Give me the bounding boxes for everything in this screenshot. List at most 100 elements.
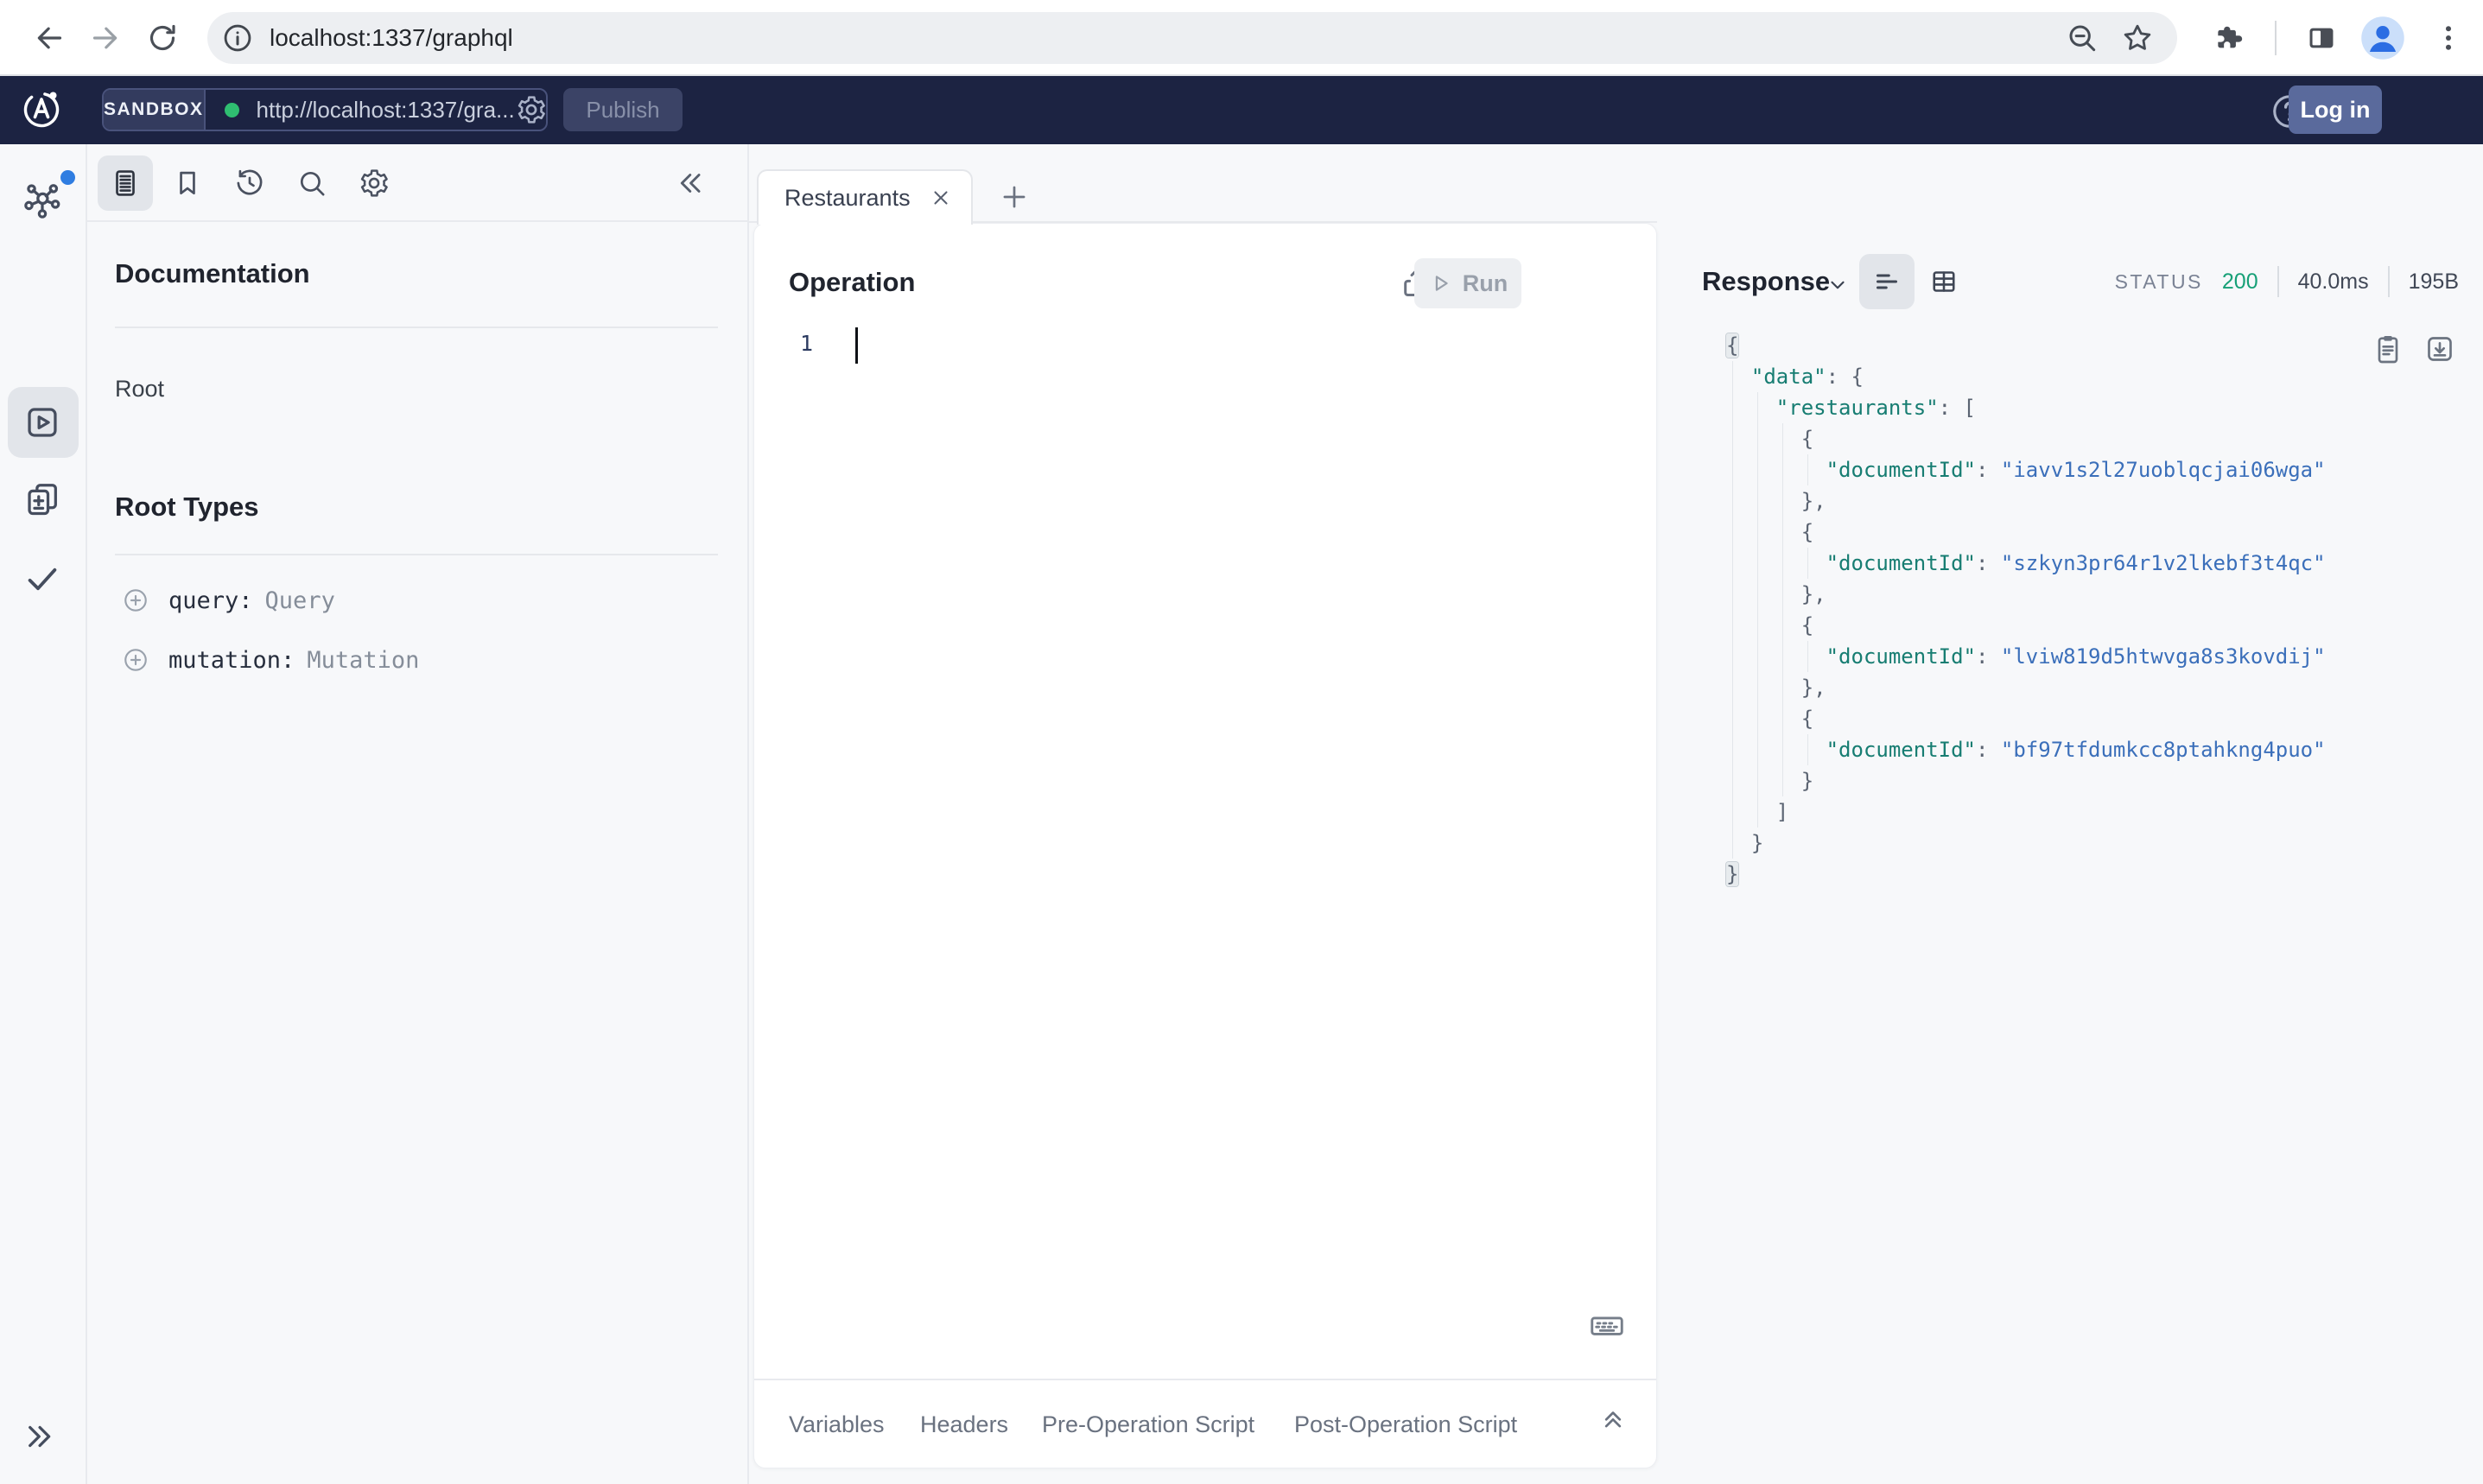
endpoint-chip: SANDBOX http://localhost:1337/gra...: [102, 88, 548, 131]
browser-chrome: localhost:1337/graphql: [0, 0, 2483, 76]
endpoint-url[interactable]: http://localhost:1337/gra...: [257, 97, 515, 124]
operation-title: Operation: [789, 267, 916, 297]
status-label: STATUS: [2114, 270, 2203, 293]
table-view-icon[interactable]: [1928, 266, 1959, 297]
login-button[interactable]: Log in: [2289, 86, 2382, 134]
browser-menu-icon[interactable]: [2432, 22, 2465, 54]
bookmark-star-icon[interactable]: [2120, 21, 2155, 55]
apollo-logo[interactable]: [18, 86, 65, 133]
operation-editor-card: Operation Run 1 Variables Headers Pre-Op…: [753, 223, 1657, 1468]
metrics-divider: [2277, 266, 2279, 297]
documentation-tab-icon[interactable]: [109, 167, 142, 200]
response-metrics: STATUS 200 40.0ms 195B: [2115, 261, 2459, 302]
tab-headers[interactable]: Headers: [920, 1411, 1008, 1438]
expand-rail-icon[interactable]: [22, 1418, 59, 1455]
app: localhost:1337/graphql SANDBOX http://lo…: [0, 0, 2483, 1484]
json-line: "documentId": "szkyn3pr64r1v2lkebf3t4qc": [1726, 548, 2466, 579]
field-name[interactable]: mutation:: [168, 647, 295, 674]
json-line: "restaurants": [: [1726, 392, 2466, 423]
editor-caret[interactable]: [855, 327, 858, 364]
connection-settings-icon[interactable]: [515, 93, 546, 126]
extensions-icon[interactable]: [2213, 22, 2245, 54]
documentation-panel: Documentation Root Root Types query: Que…: [87, 144, 749, 1484]
run-play-icon: [1435, 276, 1448, 291]
toolbar-divider: [2275, 21, 2277, 55]
add-field-icon[interactable]: [122, 587, 149, 614]
root-types-title: Root Types: [115, 491, 259, 522]
json-line: },: [1726, 672, 2466, 703]
zoom-out-icon[interactable]: [2065, 21, 2099, 55]
response-menu-chevron-icon[interactable]: [1826, 274, 1849, 296]
root-type-row-query: query: Query: [122, 587, 335, 614]
response-size: 195B: [2408, 269, 2459, 294]
new-tab-icon[interactable]: [998, 181, 1031, 213]
site-info-icon[interactable]: [221, 22, 254, 54]
json-line: {: [1726, 703, 2466, 734]
metrics-divider: [2387, 266, 2390, 297]
root-type-row-mutation: mutation: Mutation: [122, 646, 419, 674]
add-field-icon[interactable]: [122, 646, 149, 674]
checks-icon[interactable]: [22, 558, 62, 598]
json-line: }: [1726, 862, 1739, 886]
schema-graph-icon[interactable]: [22, 170, 75, 220]
back-icon[interactable]: [32, 21, 67, 55]
run-button[interactable]: Run: [1414, 258, 1521, 308]
json-line: },: [1726, 485, 2466, 517]
collapse-panel-icon[interactable]: [673, 167, 706, 200]
doc-root-link[interactable]: Root: [115, 376, 164, 403]
json-line: "documentId": "iavv1s2l27uoblqcjai06wga": [1726, 454, 2466, 485]
response-panel: Response STATUS 200 40.0ms 195B {"data":…: [1657, 144, 2483, 1484]
field-type[interactable]: Mutation: [307, 647, 419, 674]
schema-notification-dot: [60, 170, 75, 185]
operation-dock: Variables Headers Pre-Operation Script P…: [754, 1380, 1656, 1469]
json-line: ]: [1726, 796, 2466, 828]
json-line: }: [1726, 765, 2466, 796]
tab-pre-operation-script[interactable]: Pre-Operation Script: [1042, 1411, 1254, 1438]
tab-post-operation-script[interactable]: Post-Operation Script: [1294, 1411, 1517, 1438]
response-title: Response: [1702, 266, 1831, 296]
doc-panel-title: Documentation: [115, 258, 310, 289]
keyboard-shortcuts-icon[interactable]: [1587, 1306, 1627, 1346]
profile-avatar[interactable]: [2359, 15, 2406, 61]
field-type[interactable]: Query: [265, 587, 335, 614]
settings-icon[interactable]: [358, 167, 391, 200]
close-tab-icon[interactable]: [930, 187, 952, 209]
json-line: {: [1726, 423, 2466, 454]
doc-panel-toolbar: [87, 144, 747, 222]
run-button-label: Run: [1462, 270, 1508, 296]
editor-line-number: 1: [799, 331, 813, 356]
field-name[interactable]: query:: [168, 587, 253, 614]
json-line: "documentId": "lviw819d5htwvga8s3kovdij": [1726, 641, 2466, 672]
json-line: {: [1726, 517, 2466, 548]
json-view-icon[interactable]: [1871, 266, 1902, 297]
divider: [115, 327, 718, 328]
side-panel-icon[interactable]: [2305, 22, 2338, 54]
sandbox-badge: SANDBOX: [104, 90, 206, 130]
operation-tab[interactable]: Restaurants: [757, 169, 973, 225]
url-text: localhost:1337/graphql: [270, 24, 513, 51]
json-line: {: [1726, 610, 2466, 641]
reload-icon[interactable]: [145, 21, 180, 55]
divider: [115, 554, 718, 555]
response-json: {"data": {"restaurants": [{"documentId":…: [1726, 330, 2466, 890]
explorer-icon[interactable]: [22, 403, 62, 442]
operation-tab-label: Restaurants: [784, 184, 911, 211]
response-duration: 40.0ms: [2297, 269, 2369, 294]
tab-variables[interactable]: Variables: [789, 1411, 885, 1438]
left-rail: [0, 144, 87, 1484]
json-line: {: [1726, 333, 1739, 358]
expand-dock-icon[interactable]: [1597, 1401, 1629, 1432]
status-code: 200: [2221, 269, 2258, 294]
json-line: }: [1726, 828, 2466, 859]
history-icon[interactable]: [233, 167, 266, 200]
forward-icon[interactable]: [88, 21, 123, 55]
connection-status-dot: [224, 102, 239, 117]
json-line: },: [1726, 579, 2466, 610]
json-line: "documentId": "bf97tfdumkcc8ptahkng4puo": [1726, 734, 2466, 765]
apollo-toolbar: SANDBOX http://localhost:1337/gra... Pub…: [0, 76, 2483, 144]
bookmarks-icon[interactable]: [171, 167, 204, 200]
publish-button[interactable]: Publish: [563, 88, 683, 131]
search-icon[interactable]: [295, 167, 328, 200]
address-bar[interactable]: localhost:1337/graphql: [207, 12, 2177, 64]
operation-collection-icon[interactable]: [22, 479, 62, 519]
